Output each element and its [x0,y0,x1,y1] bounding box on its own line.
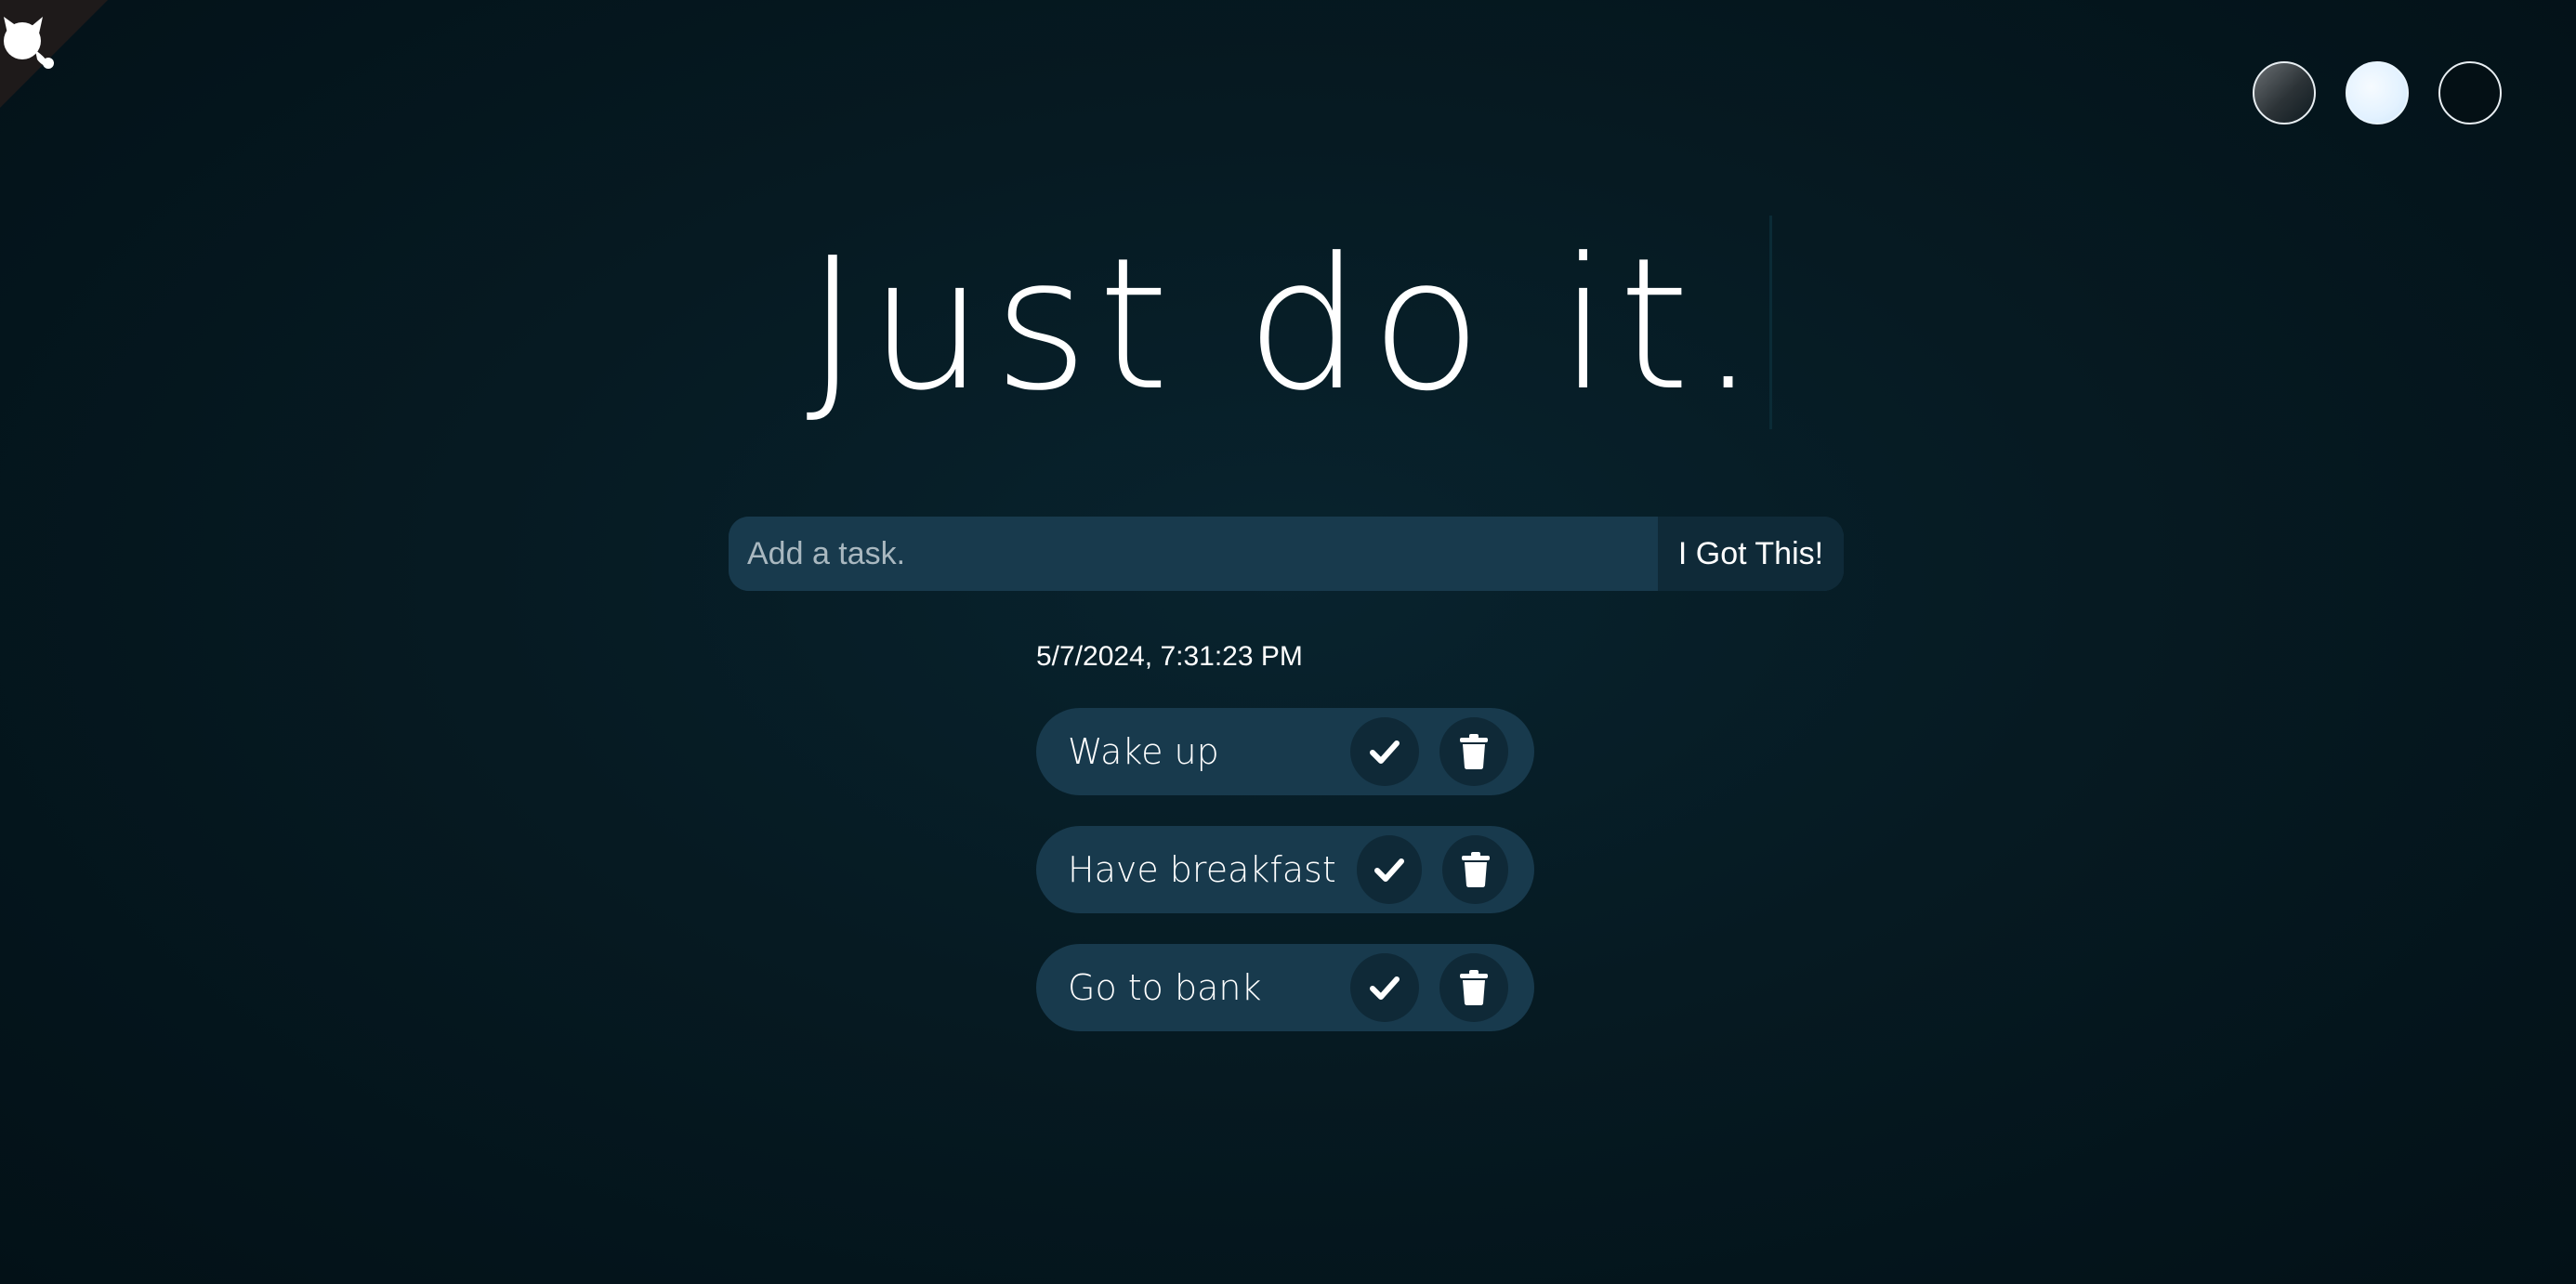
todo-text: Go to bank [1068,967,1262,1008]
trash-icon [1461,852,1490,887]
todo-item: Go to bank [1036,944,1534,1031]
todo-item: Have breakfast [1036,826,1534,913]
theme-light-button[interactable] [2346,61,2409,124]
delete-button[interactable] [1442,835,1508,904]
add-task-button[interactable]: I Got This! [1658,517,1844,591]
check-icon [1370,976,1400,1000]
check-button[interactable] [1356,835,1423,904]
github-octocat-icon[interactable] [0,6,61,72]
theme-darker-button[interactable] [2438,61,2502,124]
datetime-display: 5/7/2024, 7:31:23 PM [1036,641,1303,672]
todo-text: Wake up [1068,731,1219,772]
header: Just do it. [0,214,2576,437]
delete-button[interactable] [1439,717,1508,786]
todo-item: Wake up [1036,708,1534,795]
typing-caret [1768,216,1772,429]
theme-standard-button[interactable] [2253,61,2316,124]
delete-button[interactable] [1439,953,1508,1022]
add-task-form: I Got This! [729,517,1844,591]
check-button[interactable] [1350,953,1419,1022]
trash-icon [1460,734,1488,769]
check-icon [1374,858,1405,882]
check-icon [1370,740,1400,764]
page-title: Just do it. [806,214,1772,437]
trash-icon [1460,970,1488,1005]
check-button[interactable] [1350,717,1419,786]
page-title-text: Just do it. [806,219,1767,431]
todo-text: Have breakfast [1068,849,1336,890]
theme-selector [2253,61,2502,124]
todo-list: Wake up Have breakfast Go to bank [1036,708,1534,1062]
task-input[interactable] [729,517,1658,591]
